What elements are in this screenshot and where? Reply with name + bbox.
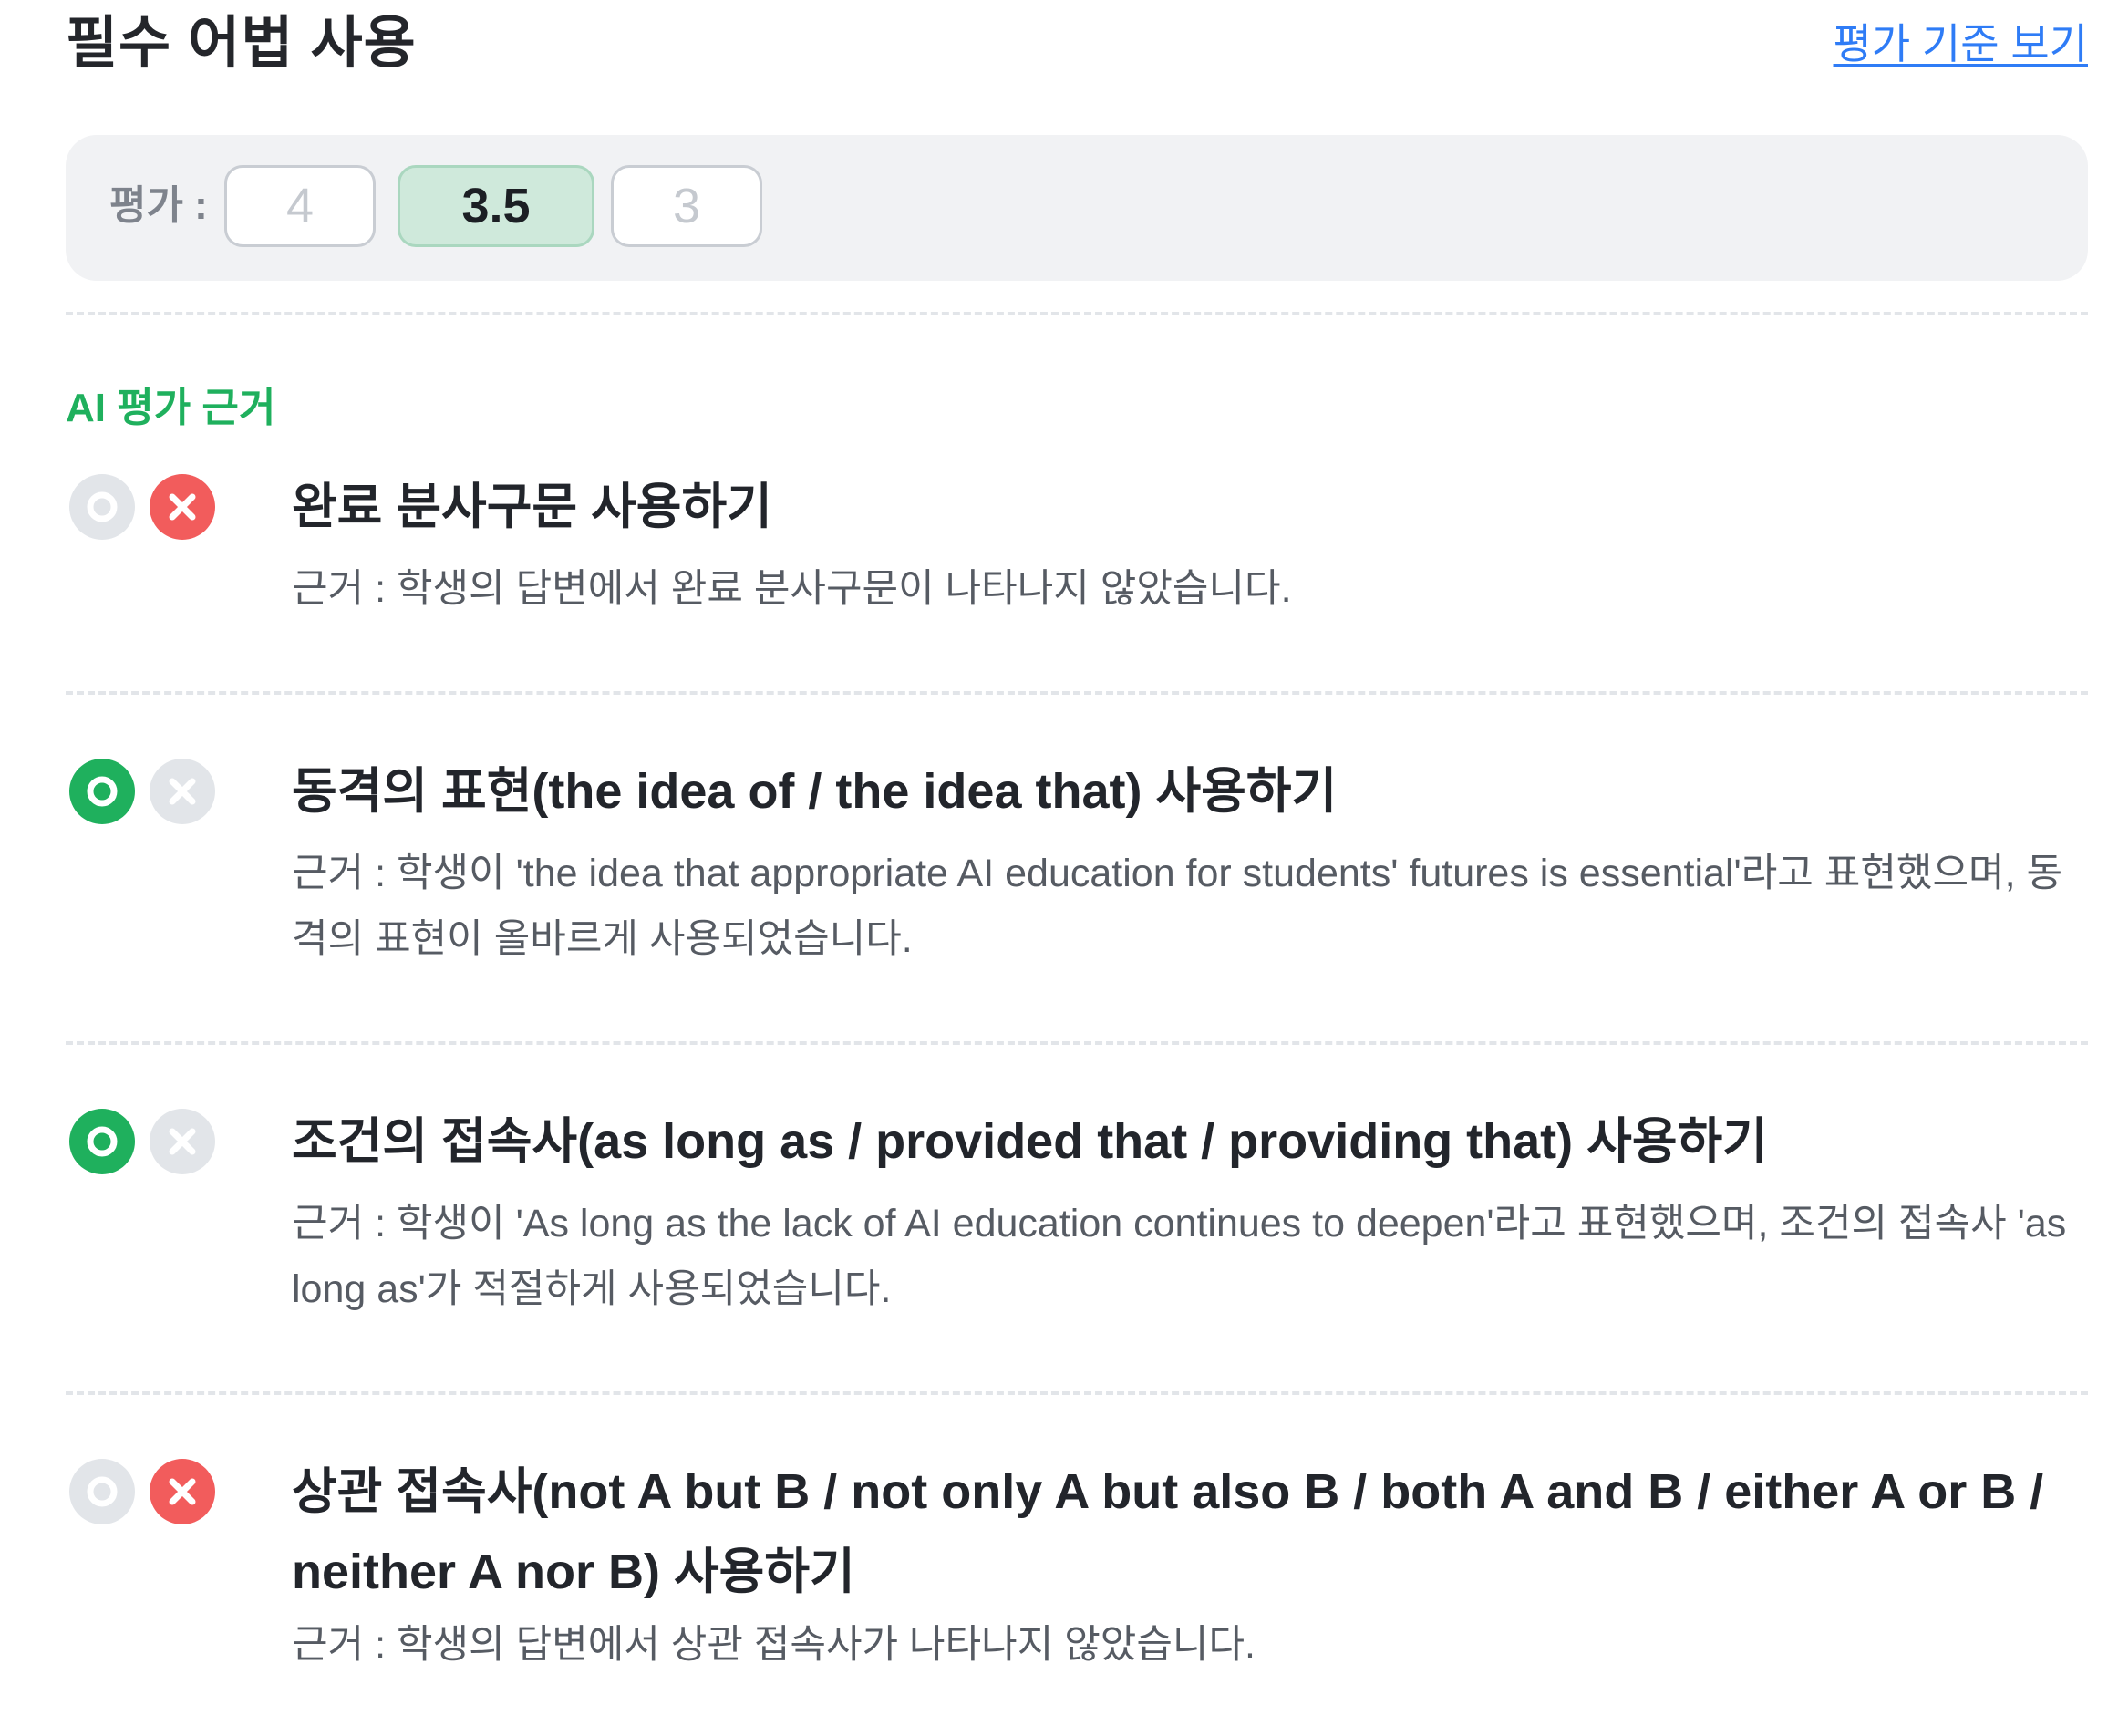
criterion-title: 완료 분사구문 사용하기 bbox=[292, 480, 772, 534]
score-option-3[interactable]: 3 bbox=[611, 165, 762, 247]
rating-panel: 평가 : 4 3.5 3 bbox=[66, 135, 2088, 281]
divider bbox=[66, 1041, 2088, 1045]
divider bbox=[66, 312, 2088, 315]
pass-circle-icon-inactive bbox=[69, 1459, 135, 1524]
divider bbox=[66, 1391, 2088, 1395]
fail-x-icon-active bbox=[150, 474, 215, 540]
fail-x-icon-inactive bbox=[150, 1109, 215, 1174]
criterion-reason: 근거 : 학생이 'As long as the lack of AI educ… bbox=[292, 1202, 2067, 1311]
grammar-evaluation-panel: 필수 어법 사용 평가 기준 보기 평가 : 4 3.5 3 AI 평가 근거 … bbox=[0, 0, 2108, 1736]
criterion-title: 조건의 접속사(as long as / provided that / pro… bbox=[292, 1114, 1768, 1169]
view-criteria-link[interactable]: 평가 기준 보기 bbox=[1834, 16, 2088, 71]
fail-x-icon-active bbox=[150, 1459, 215, 1524]
page-title: 필수 어법 사용 bbox=[66, 12, 417, 75]
criterion-reason: 근거 : 학생이 'the idea that appropriate AI e… bbox=[292, 852, 2063, 961]
fail-x-icon-inactive bbox=[150, 759, 215, 824]
criterion-title: 상관 접속사(not A but B / not only A but also… bbox=[292, 1464, 2044, 1599]
pass-circle-icon-inactive bbox=[69, 474, 135, 540]
criterion-title: 동격의 표현(the idea of / the idea that) 사용하기 bbox=[292, 764, 1338, 819]
ai-evaluation-basis-label: AI 평가 근거 bbox=[66, 386, 276, 430]
criterion-reason: 근거 : 학생의 답변에서 상관 접속사가 나타나지 않았습니다. bbox=[292, 1623, 1256, 1667]
rating-label: 평가 : bbox=[109, 183, 208, 228]
divider bbox=[66, 691, 2088, 695]
score-option-3-5-selected[interactable]: 3.5 bbox=[398, 165, 594, 247]
pass-circle-icon-active bbox=[69, 759, 135, 824]
pass-circle-icon-active bbox=[69, 1109, 135, 1174]
criterion-reason: 근거 : 학생의 답변에서 완료 분사구문이 나타나지 않았습니다. bbox=[292, 567, 1292, 611]
score-option-4[interactable]: 4 bbox=[224, 165, 376, 247]
